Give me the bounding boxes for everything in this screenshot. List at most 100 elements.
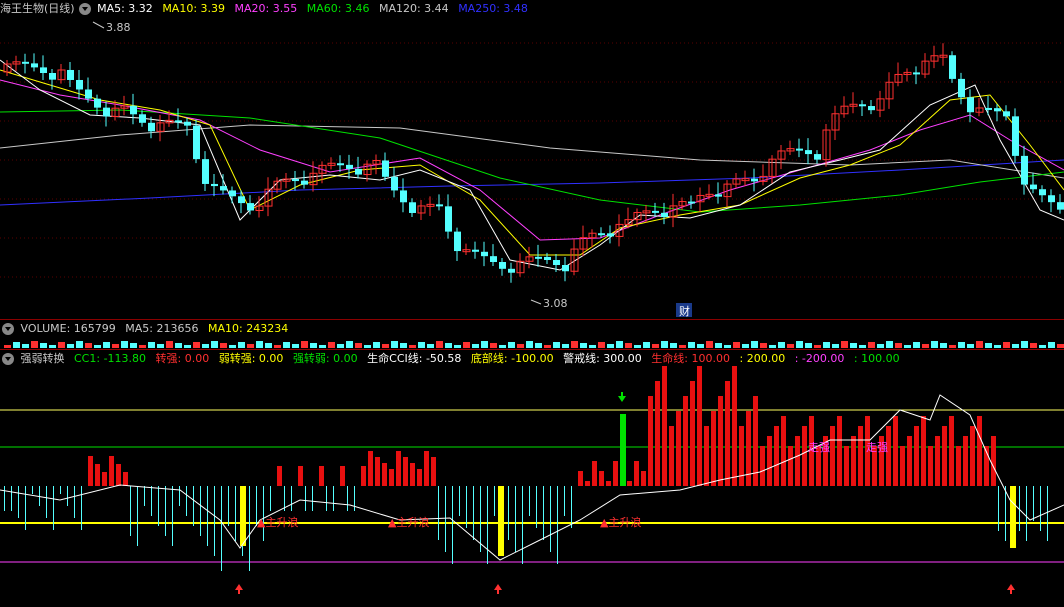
histogram-bar [837,416,842,486]
candle-body [220,186,227,191]
collapse-icon[interactable] [78,3,91,15]
histogram-bar [844,446,849,486]
candle-body [67,69,74,80]
histogram-bar [963,436,968,486]
volume-bar [220,343,227,348]
candle-body [292,179,299,182]
volume-bar [346,341,353,348]
volume-bar [976,341,983,348]
histogram-bar [592,461,597,486]
histogram-bar [4,486,5,511]
candle-body [22,61,29,64]
volume-bar [535,343,542,348]
volume-bar [751,341,758,348]
candle-body [130,105,137,115]
volume-bar [508,342,515,348]
ma10-value: MA10: 3.39 [162,2,226,15]
volume-bar [985,343,992,348]
volume-bar [634,345,641,348]
volume-bar [526,341,533,348]
histogram-bar [977,416,982,486]
histogram-bar [718,396,723,486]
histogram-bar [18,486,19,518]
candle-body [211,183,218,187]
volume-bar [787,344,794,348]
volume-bar [643,342,650,348]
volume-bar [715,343,722,348]
vol-ma10-value: MA10: 243234 [207,322,289,335]
histogram-bar [515,486,516,552]
histogram-bar [214,486,215,556]
volume-bar [409,345,416,348]
volume-bar [967,344,974,348]
candle-body [1003,111,1010,117]
histogram-bar [46,486,47,518]
volume-bar [697,344,704,348]
volume-bar [769,345,776,348]
histogram-bar [81,486,82,530]
volume-bar [841,341,848,348]
candle-body [472,249,479,252]
histogram-bar [151,486,152,516]
histogram-bar [172,486,173,546]
kline-chart-area[interactable]: 3.88 3.08 财 ▲主升浪 ▲主升浪 ▲主升浪 走强 走强 [0,0,1064,607]
volume-bar [427,344,434,348]
candle-body [544,256,551,261]
histogram-bar [60,486,61,494]
volume-bar [364,345,371,348]
candle-body [409,202,416,213]
candle-body [1039,189,1046,196]
volume-bar [40,343,47,348]
histogram-bar [228,486,229,526]
volume-bar [238,342,245,348]
histogram-bar [851,436,856,486]
histogram-bar [396,451,401,486]
candle-body [607,233,614,237]
ma20-value: MA20: 3.55 [234,2,298,15]
histogram-bar [389,469,394,486]
histogram-bar [774,426,779,486]
volume-bar [157,344,164,348]
volume-bar [454,345,461,348]
volume-bar [895,343,902,348]
histogram-bar [949,416,954,486]
histogram-bar [109,456,114,486]
volume-bar [859,345,866,348]
volume-bar [382,344,389,348]
histogram-bar [53,486,54,530]
histogram-bar [438,486,439,540]
histogram-bar [417,469,422,486]
dibuxian-value: 底部线: -100.00 [470,352,554,365]
histogram-bar [690,381,695,486]
volume-bar [616,341,623,348]
histogram-bar [480,486,481,552]
volume-bar [823,342,830,348]
candle-body [1048,195,1055,203]
volume-bar [850,343,857,348]
histogram-bar [340,466,345,486]
volume-bar [760,343,767,348]
histogram-bar [207,486,208,546]
candle-body [499,262,506,269]
signal-bar [498,486,504,556]
histogram-bar [739,426,744,486]
ruozhuanqiang-value: 弱转强: 0.00 [218,352,284,365]
volume-bar [571,341,578,348]
candle-body [985,107,992,110]
collapse-icon[interactable] [2,353,14,365]
candle-body [481,251,488,257]
volume-bar [1039,345,1046,348]
arrow-up-icon [235,584,243,594]
volume-bar [445,343,452,348]
volume-bar [391,341,398,348]
collapse-icon[interactable] [2,323,14,335]
volume-bar [337,344,344,348]
histogram-bar [1040,486,1041,531]
histogram-bar [970,426,975,486]
volume-bar [949,345,956,348]
high-price-label: 3.88 [106,21,131,34]
histogram-bar [956,446,961,486]
volume-bar [301,341,308,348]
histogram-bar [683,396,688,486]
candle-body [652,210,659,213]
